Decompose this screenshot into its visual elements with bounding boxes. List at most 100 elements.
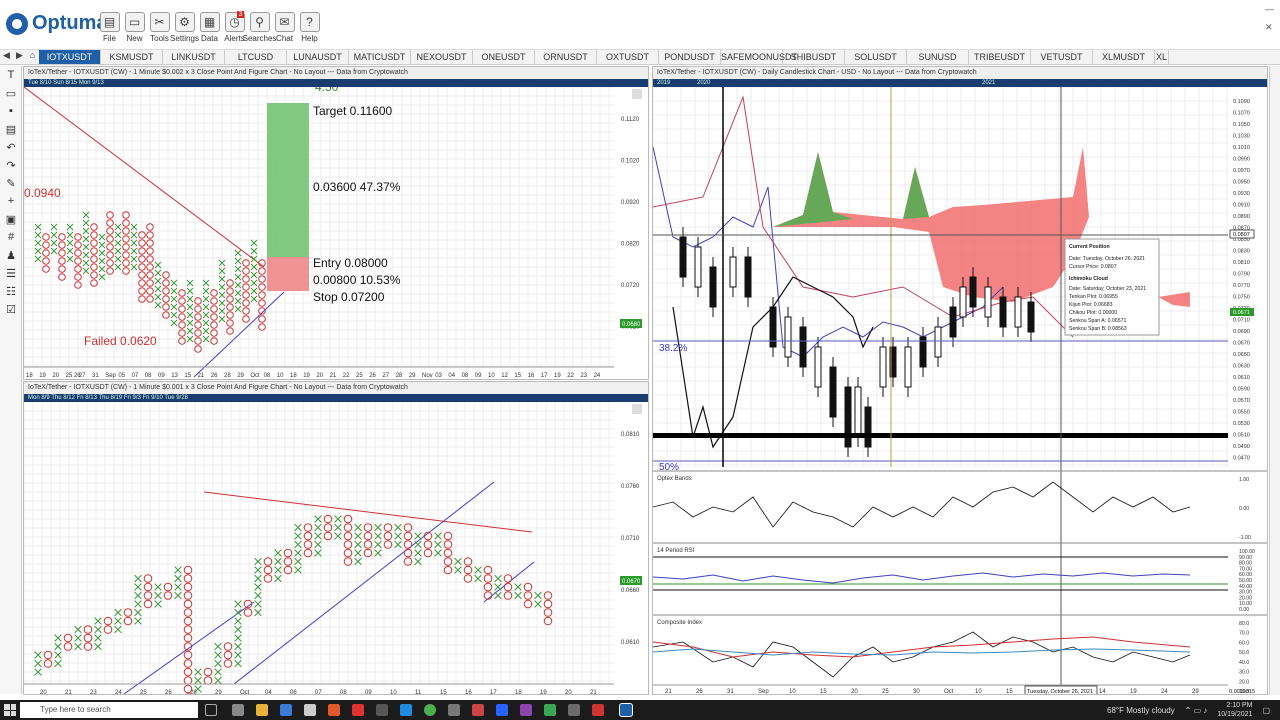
undo-icon[interactable]: ↶ — [0, 138, 22, 156]
current-price: 0.0680 — [622, 322, 641, 328]
toolbar-help-button[interactable]: ? Help — [297, 12, 322, 46]
x-mark — [134, 574, 142, 583]
tray-icons[interactable]: ⌃ ▭ ♪ — [1185, 706, 1208, 715]
symbol-tab[interactable]: PONDUSDT — [659, 50, 721, 64]
mail-icon[interactable] — [280, 704, 292, 716]
x-tick-label: 29 — [1192, 689, 1199, 695]
weather-text[interactable]: 68°F Mostly cloudy — [1107, 706, 1175, 715]
symbol-tab[interactable]: NEXOUSDT — [411, 50, 473, 64]
edge-icon[interactable] — [400, 704, 412, 716]
symbol-tab[interactable]: TRIBEUSDT — [969, 50, 1031, 64]
x-mark — [34, 651, 42, 659]
print-icon[interactable]: ▤ — [0, 120, 22, 138]
o-mark — [42, 257, 50, 265]
redo-icon[interactable]: ↷ — [0, 156, 22, 174]
candlestick-chart-panel[interactable]: IoTeX/Tether - IOTXUSDT (CW) - Daily Can… — [652, 66, 1268, 695]
forward-arrow-icon[interactable]: ▶ — [13, 50, 26, 64]
save-icon[interactable]: ▪ — [0, 102, 22, 120]
toolbar-file-button[interactable]: ▤ File — [97, 12, 122, 46]
app-icon[interactable] — [448, 704, 460, 716]
candle-body — [999, 296, 1007, 328]
notification-icon[interactable]: ▢ — [1262, 706, 1270, 715]
symbol-tab[interactable]: ONEUSDT — [473, 50, 535, 64]
symbol-tab[interactable]: SAFEMOONUSDT — [721, 50, 797, 64]
lock-icon[interactable]: ▣ — [0, 210, 22, 228]
symbol-tab[interactable]: VETUSDT — [1031, 50, 1093, 64]
app-icon[interactable] — [352, 704, 364, 716]
pen-tool-icon[interactable]: ✎ — [0, 174, 22, 192]
app-icon[interactable] — [592, 704, 604, 716]
symbol-tab[interactable]: XLMUSDT — [1093, 50, 1155, 64]
symbol-tab[interactable]: SHIBUSDT — [783, 50, 845, 64]
chrome-icon[interactable] — [424, 704, 436, 716]
symbol-tab[interactable]: LUNAUSDT — [287, 50, 349, 64]
app-icon[interactable] — [376, 704, 388, 716]
toolbar-settings-button[interactable]: ⚙ Settings — [170, 12, 199, 46]
lock-icon — [632, 89, 642, 99]
candlestick-chart[interactable]: 38.2%50%Current PositionDate: Tuesday, O… — [653, 87, 1268, 695]
clock[interactable]: 2:10 PM 10/19/2021 — [1217, 701, 1252, 719]
panel-title: IoTeX/Tether - IOTXUSDT (CW) - Daily Can… — [653, 67, 1267, 79]
symbol-tab[interactable]: LTCUSD — [225, 50, 287, 64]
close-icon[interactable]: ✕ — [1265, 22, 1274, 33]
optuma-taskbar-icon[interactable] — [619, 703, 633, 717]
open-folder-icon[interactable]: ▭ — [0, 84, 22, 102]
symbol-tab[interactable]: XL — [1155, 50, 1169, 64]
list-icon[interactable]: ☰ — [0, 264, 22, 282]
o-mark — [258, 323, 266, 331]
trend-line — [193, 291, 285, 378]
windows-start-icon[interactable] — [4, 704, 16, 716]
home-icon[interactable]: ⌂ — [26, 50, 39, 64]
x-tick-label: 27 — [382, 373, 389, 379]
help-icon: ? — [299, 12, 320, 32]
toolbar-tools-button[interactable]: ✂ Tools — [147, 12, 172, 46]
app-icon[interactable] — [472, 704, 484, 716]
grid-icon[interactable]: # — [0, 228, 22, 246]
symbol-tab[interactable]: OXTUSDT — [597, 50, 659, 64]
checklist-icon[interactable]: ☑ — [0, 300, 22, 318]
app-icon[interactable] — [568, 704, 580, 716]
symbol-tab[interactable]: SUNUSD — [907, 50, 969, 64]
notes-icon[interactable]: ☷ — [0, 282, 22, 300]
minimize-icon[interactable]: — — [1265, 4, 1274, 14]
x-tick-label: 20 — [316, 373, 323, 379]
taskbar-search-input[interactable]: Type here to search — [20, 702, 198, 718]
back-arrow-icon[interactable]: ◀ — [0, 50, 13, 64]
new-file-icon: ▭ — [124, 12, 145, 32]
pnf-chart-panel-top[interactable]: IoTeX/Tether - IOTXUSDT (CW) - 1 Minute … — [23, 66, 649, 380]
pnf-chart-top[interactable]: 4.50 Target 0.11600 0.03600 47.37% Entry 0.… — [24, 87, 649, 380]
excel-icon[interactable] — [544, 704, 556, 716]
symbol-tab[interactable]: KSMUSDT — [101, 50, 163, 64]
symbol-tab[interactable]: LINKUSDT — [163, 50, 225, 64]
text-tool-icon[interactable]: T — [0, 66, 22, 84]
toolbar-new-button[interactable]: ▭ New — [122, 12, 147, 46]
symbol-tab[interactable]: MATICUSDT — [349, 50, 411, 64]
zoom-icon[interactable] — [496, 704, 508, 716]
x-tick-label: 19 — [554, 373, 561, 379]
pnf-chart-bottom[interactable]: 0.0810 0.0760 0.0710 0.0660 0.0610 0.0670 20 21… — [24, 402, 649, 695]
o-mark — [210, 329, 218, 337]
symbol-tab[interactable]: IOTXUSDT — [39, 50, 101, 64]
stamp-icon[interactable]: ♟ — [0, 246, 22, 264]
pnf-chart-panel-bottom[interactable]: IoTeX/Tether - IOTXUSDT (CW) - 1 Minute … — [23, 381, 649, 695]
toolbar-data-button[interactable]: ▦ Data — [197, 12, 222, 46]
symbol-tab[interactable]: SOLUSDT — [845, 50, 907, 64]
app-icon[interactable] — [232, 704, 244, 716]
brave-browser-icon[interactable] — [328, 704, 340, 716]
price-label: 0.0830 — [1233, 249, 1250, 255]
vertical-scrollbar[interactable] — [1269, 66, 1280, 695]
app-icon[interactable] — [304, 704, 316, 716]
toolbar-searches-button[interactable]: ⚲ Searches — [243, 12, 276, 46]
x-tick-label: 26 — [211, 373, 218, 379]
o-mark — [363, 548, 373, 558]
task-view-icon[interactable] — [205, 704, 217, 716]
crosshair-icon[interactable]: + — [0, 192, 22, 210]
price-label: 0.0550 — [1233, 410, 1250, 416]
toolbar-chat-button[interactable]: ✉ Chat — [272, 12, 297, 46]
x-mark — [66, 231, 74, 239]
x-mark — [34, 255, 42, 263]
app-icon[interactable] — [520, 704, 532, 716]
file-explorer-icon[interactable] — [256, 704, 268, 716]
symbol-tab[interactable]: ORNUSDT — [535, 50, 597, 64]
annotation-target: Target 0.11600 — [313, 104, 392, 118]
